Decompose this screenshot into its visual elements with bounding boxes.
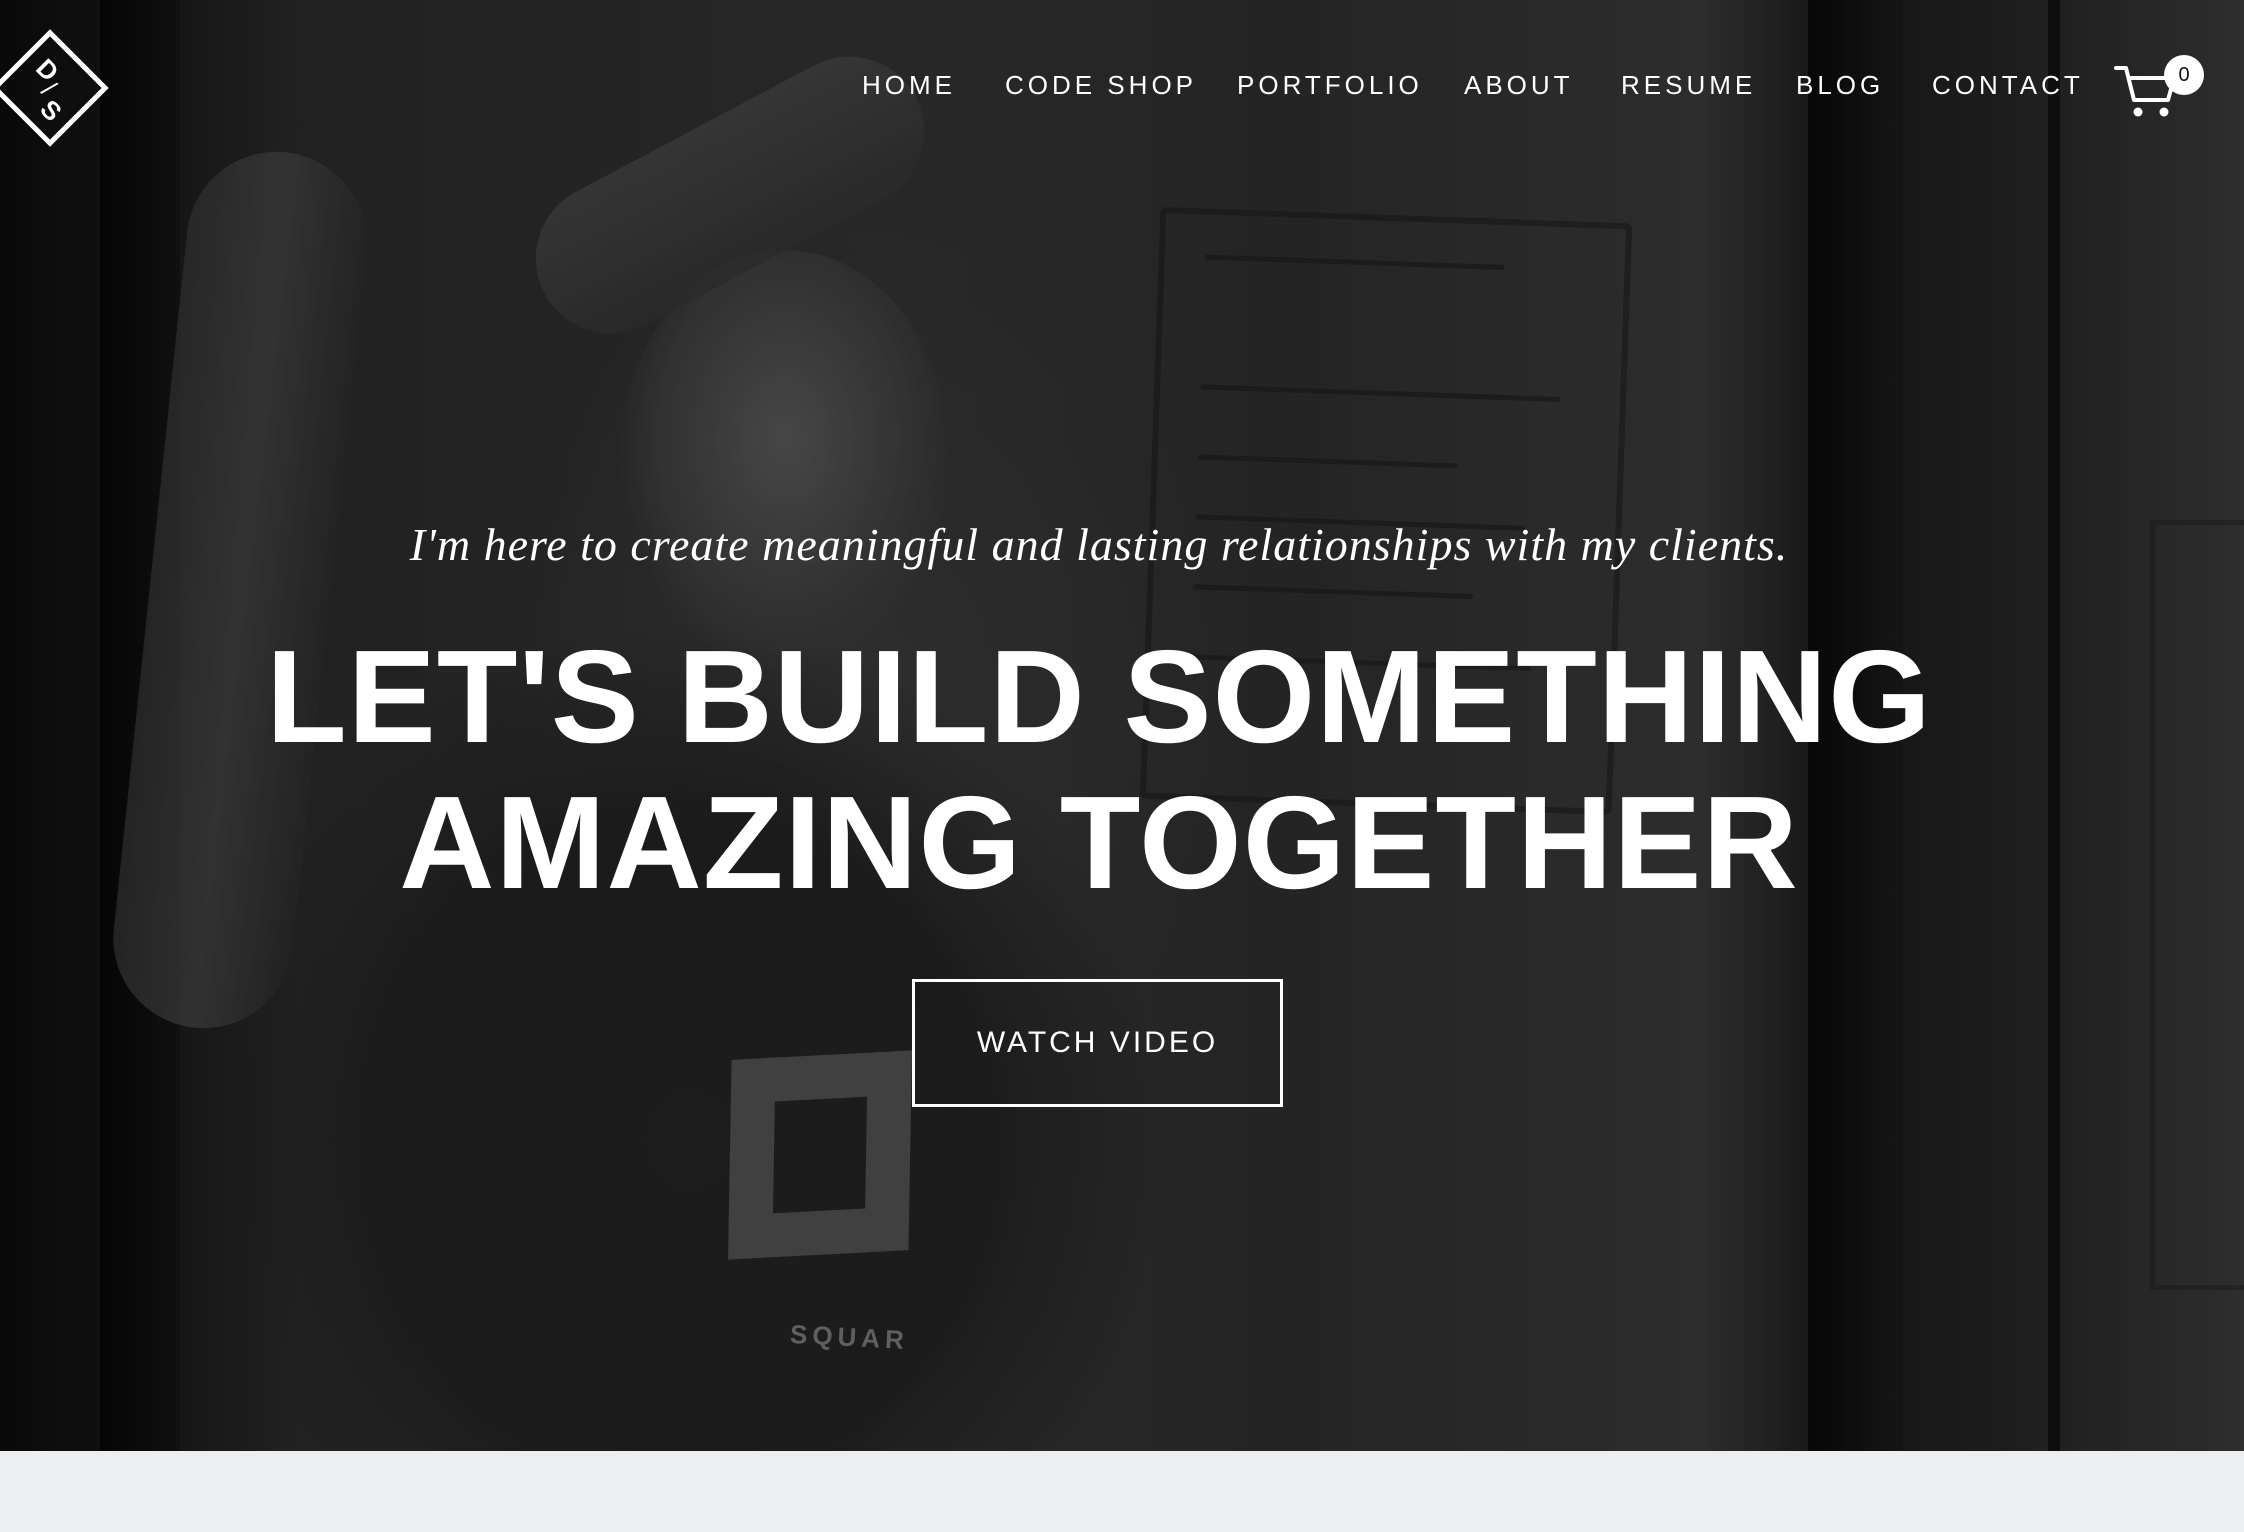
nav-item-resume[interactable]: RESUME xyxy=(1621,70,1756,101)
hero-headline-line-2: AMAZING TOGETHER xyxy=(399,769,1799,916)
nav-item-portfolio[interactable]: PORTFOLIO xyxy=(1237,70,1423,101)
hero-tagline: I'm here to create meaningful and lastin… xyxy=(409,519,1789,570)
watch-video-button[interactable]: WATCH VIDEO xyxy=(912,979,1283,1107)
nav-item-about[interactable]: ABOUT xyxy=(1464,70,1574,101)
cart-count-badge: 0 xyxy=(2164,55,2204,95)
nav-item-home[interactable]: HOME xyxy=(862,70,956,101)
main-navigation: HOME CODE SHOP PORTFOLIO ABOUT RESUME BL… xyxy=(0,70,2244,110)
hero-section: SQUAR D / S HOME CODE SHOP PORTFOLIO ABO… xyxy=(0,0,2244,1451)
nav-item-contact[interactable]: CONTACT xyxy=(1932,70,2084,101)
below-hero-section xyxy=(0,1451,2244,1532)
hero-headline-line-1: LET'S BUILD SOMETHING xyxy=(266,623,1932,770)
hero-headline: LET'S BUILD SOMETHING AMAZING TOGETHER xyxy=(0,624,2198,916)
nav-item-blog[interactable]: BLOG xyxy=(1796,70,1884,101)
nav-item-code-shop[interactable]: CODE SHOP xyxy=(1005,70,1197,101)
